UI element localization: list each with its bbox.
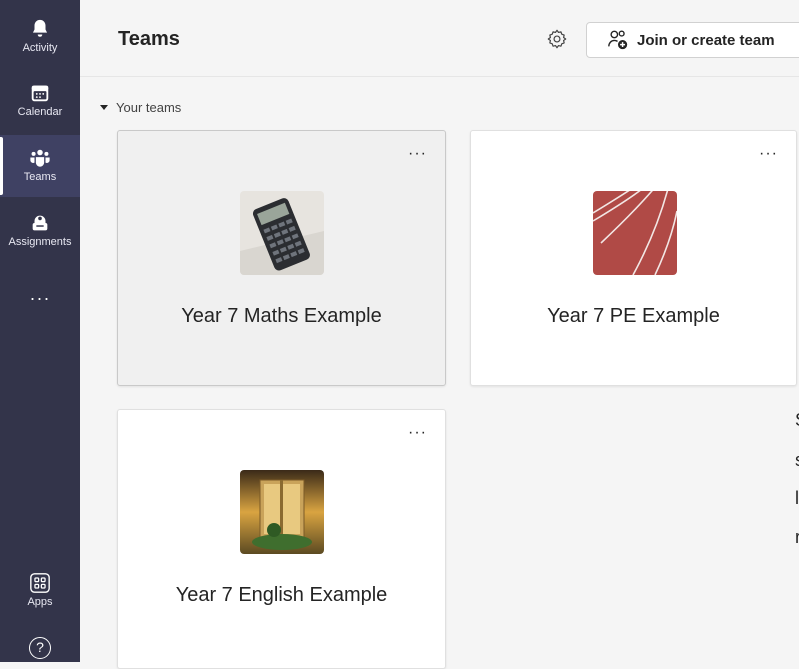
page-title: Teams xyxy=(118,28,180,50)
rail-item-calendar[interactable]: Calendar xyxy=(0,70,80,132)
rail-item-label: Calendar xyxy=(17,106,63,118)
calendar-icon xyxy=(31,85,49,102)
apps-icon xyxy=(30,573,50,593)
app-rail: Activity Calendar Teams Assignments ··· … xyxy=(0,0,80,662)
rail-item-label: Activity xyxy=(22,42,58,54)
team-name: Year 7 English Example xyxy=(175,584,388,606)
team-name: Year 7 Maths Example xyxy=(181,305,382,327)
assignments-icon xyxy=(32,215,48,231)
cut-off-text-char: s xyxy=(795,450,799,471)
rail-item-label: Apps xyxy=(27,596,53,608)
help-icon[interactable]: ? xyxy=(29,637,51,659)
more-apps-button[interactable]: ··· xyxy=(0,278,80,318)
more-options-button[interactable]: ··· xyxy=(408,145,427,163)
rail-item-apps[interactable]: Apps xyxy=(0,560,80,622)
rail-item-assignments[interactable]: Assignments xyxy=(0,200,80,262)
cut-off-text-char: r xyxy=(795,527,799,547)
team-card-pe[interactable]: ··· Year 7 PE Example xyxy=(470,130,797,386)
join-or-create-team-button[interactable]: Join or create team xyxy=(586,22,799,58)
more-options-button[interactable]: ··· xyxy=(408,424,427,442)
bell-icon xyxy=(32,19,48,37)
rail-item-teams[interactable]: Teams xyxy=(0,135,80,197)
rail-item-label: Teams xyxy=(23,171,57,183)
team-image-book xyxy=(240,470,324,554)
cut-off-text-char: S xyxy=(795,410,799,431)
gear-icon[interactable] xyxy=(546,28,568,50)
rail-item-label: Assignments xyxy=(8,236,72,248)
team-image-calculator xyxy=(240,191,324,275)
team-name: Year 7 PE Example xyxy=(547,305,720,327)
team-card-english[interactable]: ··· Year 7 English Example xyxy=(117,409,446,669)
your-teams-toggle[interactable]: Your teams xyxy=(100,100,181,115)
more-options-button[interactable]: ··· xyxy=(759,145,778,163)
team-card-maths[interactable]: ··· Year 7 Maths Example xyxy=(117,130,446,386)
join-button-label: Join or create team xyxy=(637,31,775,49)
section-label: Your teams xyxy=(116,100,182,115)
rail-item-activity[interactable]: Activity xyxy=(0,6,80,68)
triangle-down-icon xyxy=(100,105,108,110)
team-image-running-track xyxy=(593,191,677,275)
cut-off-text-char: l xyxy=(795,488,799,508)
teams-header: Teams Join or create team xyxy=(80,0,799,77)
teams-icon xyxy=(30,149,50,167)
add-people-icon xyxy=(608,30,628,50)
